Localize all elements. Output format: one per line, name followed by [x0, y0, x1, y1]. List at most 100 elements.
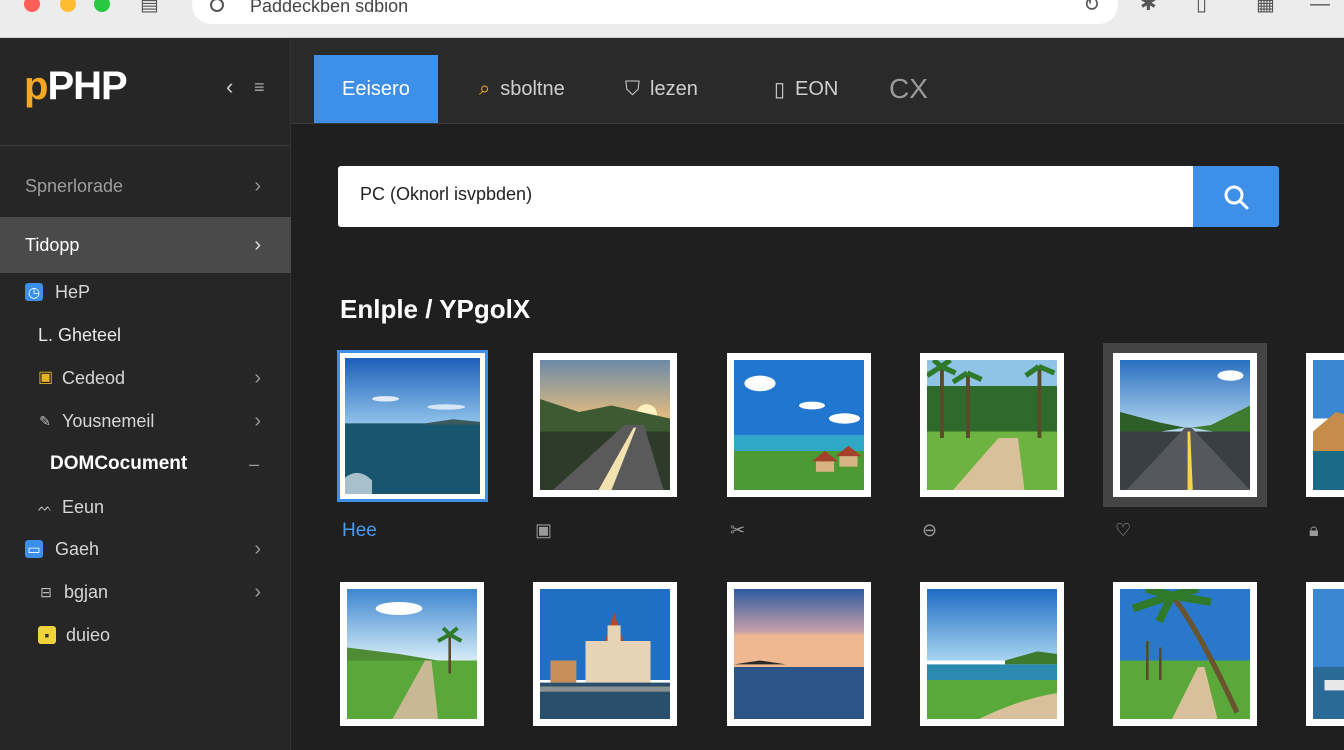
sidebar-item-4[interactable]: L. Gheteel [0, 314, 291, 356]
sidebar-item-label: L. Gheteel [38, 324, 122, 345]
search-icon: ⌕ [479, 77, 491, 100]
tab-label: EON [795, 77, 839, 100]
sidebar-item-label: HeP [55, 281, 91, 302]
sidebar-item-11[interactable]: ▪ duieo [0, 614, 291, 656]
thumbnail-partial[interactable] [1306, 353, 1344, 497]
green-coast-image [927, 589, 1057, 719]
thumbnail-green-coast[interactable] [920, 582, 1064, 726]
search-icon [1224, 185, 1249, 209]
tab-label: lezen [650, 77, 698, 100]
tab-3[interactable]: ⛉ lezen [625, 55, 698, 123]
sidebar-item-8[interactable]: ᨓ Eeun [0, 486, 291, 528]
thumbnail-church[interactable] [533, 582, 677, 726]
sidebar: pPHP ‹ ≡ Spnerlorade › Tidopp › ◷ HeP L.… [0, 38, 291, 750]
sidebar-divider [0, 145, 291, 146]
browser-toolbar: ▤ Paddeckben sdbion ↻ ✱ ▯ ▦ — [0, 0, 1344, 38]
tab-label: Eeisero [342, 77, 410, 100]
search-field[interactable] [338, 166, 1194, 227]
sidebar-icon[interactable]: ▤ [140, 0, 159, 14]
folder-icon: ▪ [38, 626, 56, 644]
chevron-right-icon: › [254, 233, 261, 256]
sidebar-item-label: Tidopp [25, 234, 80, 255]
sidebar-item-9[interactable]: ▭ Gaeh › [0, 528, 291, 570]
tab-bar: Eeisero ⌕ sboltne ⛉ lezen ▯ EON CX [291, 38, 1344, 124]
chevron-right-icon: › [254, 366, 261, 389]
sidebar-item-5[interactable]: ▣ Cedeod › [0, 357, 291, 399]
shield-icon: ⛉ [625, 77, 640, 100]
extensions-icon[interactable]: ✱ [1140, 0, 1157, 14]
sidebar-item-7[interactable]: DOMCocument – [0, 443, 291, 485]
lock-icon[interactable]: 🔒︎ [1309, 520, 1319, 541]
chevron-right-icon: › [254, 537, 261, 560]
thumbnail-mountain-road[interactable] [1103, 343, 1267, 507]
sidebar-item-label: Gaeh [55, 538, 100, 559]
heart-icon[interactable]: ♡ [1115, 520, 1131, 541]
ocean-image [345, 358, 480, 494]
sidebar-item-label: Yousnemeil [62, 410, 155, 431]
cliff-image [1313, 360, 1344, 490]
card-icon: ▭ [25, 540, 43, 558]
logo-accent: p [24, 64, 48, 108]
tag-icon: ▣ [38, 369, 54, 386]
menu-icon[interactable]: — [1310, 0, 1330, 14]
section-title: Enlple / YPgolX [340, 294, 531, 324]
signal-icon: ᨓ [38, 500, 53, 514]
sidebar-item-2[interactable]: Tidopp › [0, 217, 291, 273]
sidebar-item-label: Spnerlorade [25, 175, 124, 196]
collapse-dash-icon: – [248, 453, 259, 474]
church-image [540, 589, 670, 719]
tag-icon[interactable]: ⊖ [922, 520, 937, 541]
sidebar-item-1[interactable]: Spnerlorade › [0, 165, 291, 207]
clock-icon: ◷ [25, 283, 43, 301]
palm-path-image [927, 360, 1057, 490]
minimize-window-button[interactable] [60, 0, 76, 12]
tab-label: CX [889, 73, 928, 104]
thumbnail-palm-path[interactable] [920, 353, 1064, 497]
collapse-sidebar-icon[interactable]: ‹ [226, 74, 233, 100]
tab-1[interactable]: Eeisero [314, 55, 438, 123]
hamburger-icon[interactable]: ≡ [254, 77, 265, 98]
tab-4[interactable]: ▯ EON [774, 55, 838, 123]
search-icon [210, 0, 224, 12]
tools-icon: ✎ [39, 413, 51, 429]
thumbnail-meadow-path[interactable] [340, 582, 484, 726]
coast-image [734, 360, 864, 490]
sidebar-item-label: bgjan [64, 581, 109, 602]
reader-icon[interactable]: ▦ [1256, 0, 1275, 14]
thumbnail-partial-2[interactable] [1306, 582, 1344, 726]
maximize-window-button[interactable] [94, 0, 110, 12]
close-window-button[interactable] [24, 0, 40, 12]
tab-label: sboltne [500, 77, 565, 100]
bookmark-icon[interactable]: ▯ [1196, 0, 1207, 14]
thumbnail-tropical-coast[interactable] [727, 353, 871, 497]
reload-icon[interactable]: ↻ [1083, 0, 1100, 15]
sidebar-item-6[interactable]: ✎ Yousnemeil › [0, 400, 291, 442]
url-text: Paddeckben sdbion [250, 0, 409, 16]
thumbnail-road-sunset[interactable] [533, 353, 677, 497]
sidebar-item-label: Cedeod [62, 367, 126, 388]
palm-beach-image [1120, 589, 1250, 719]
scissors-icon[interactable]: ✂ [730, 520, 745, 541]
meadow-image [347, 589, 477, 719]
address-bar[interactable]: Paddeckben sdbion ↻ [192, 0, 1118, 24]
dusk-sea-image [734, 589, 864, 719]
tab-2[interactable]: ⌕ sboltne [479, 55, 565, 123]
logo-text: PHP [47, 64, 127, 108]
thumbnail-dusk-sea[interactable] [727, 582, 871, 726]
harbor-image [1313, 589, 1344, 719]
php-logo[interactable]: pPHP [24, 64, 128, 109]
sidebar-item-10[interactable]: ⊟ bgjan › [0, 571, 291, 613]
sidebar-item-label: DOMCocument [50, 453, 188, 474]
chevron-right-icon: › [254, 174, 261, 197]
search-input[interactable] [360, 184, 1160, 205]
chevron-right-icon: › [254, 409, 261, 432]
document-icon: ▯ [774, 78, 786, 101]
search-button[interactable] [1193, 166, 1279, 227]
road-image [540, 360, 670, 490]
sidebar-item-label: Eeun [62, 496, 105, 517]
tab-5[interactable]: CX [889, 55, 928, 123]
sidebar-item-3[interactable]: ◷ HeP [0, 271, 291, 313]
camera-icon[interactable]: ▣ [535, 520, 552, 541]
thumbnail-ocean[interactable] [337, 350, 488, 502]
thumbnail-palm-beach[interactable] [1113, 582, 1257, 726]
